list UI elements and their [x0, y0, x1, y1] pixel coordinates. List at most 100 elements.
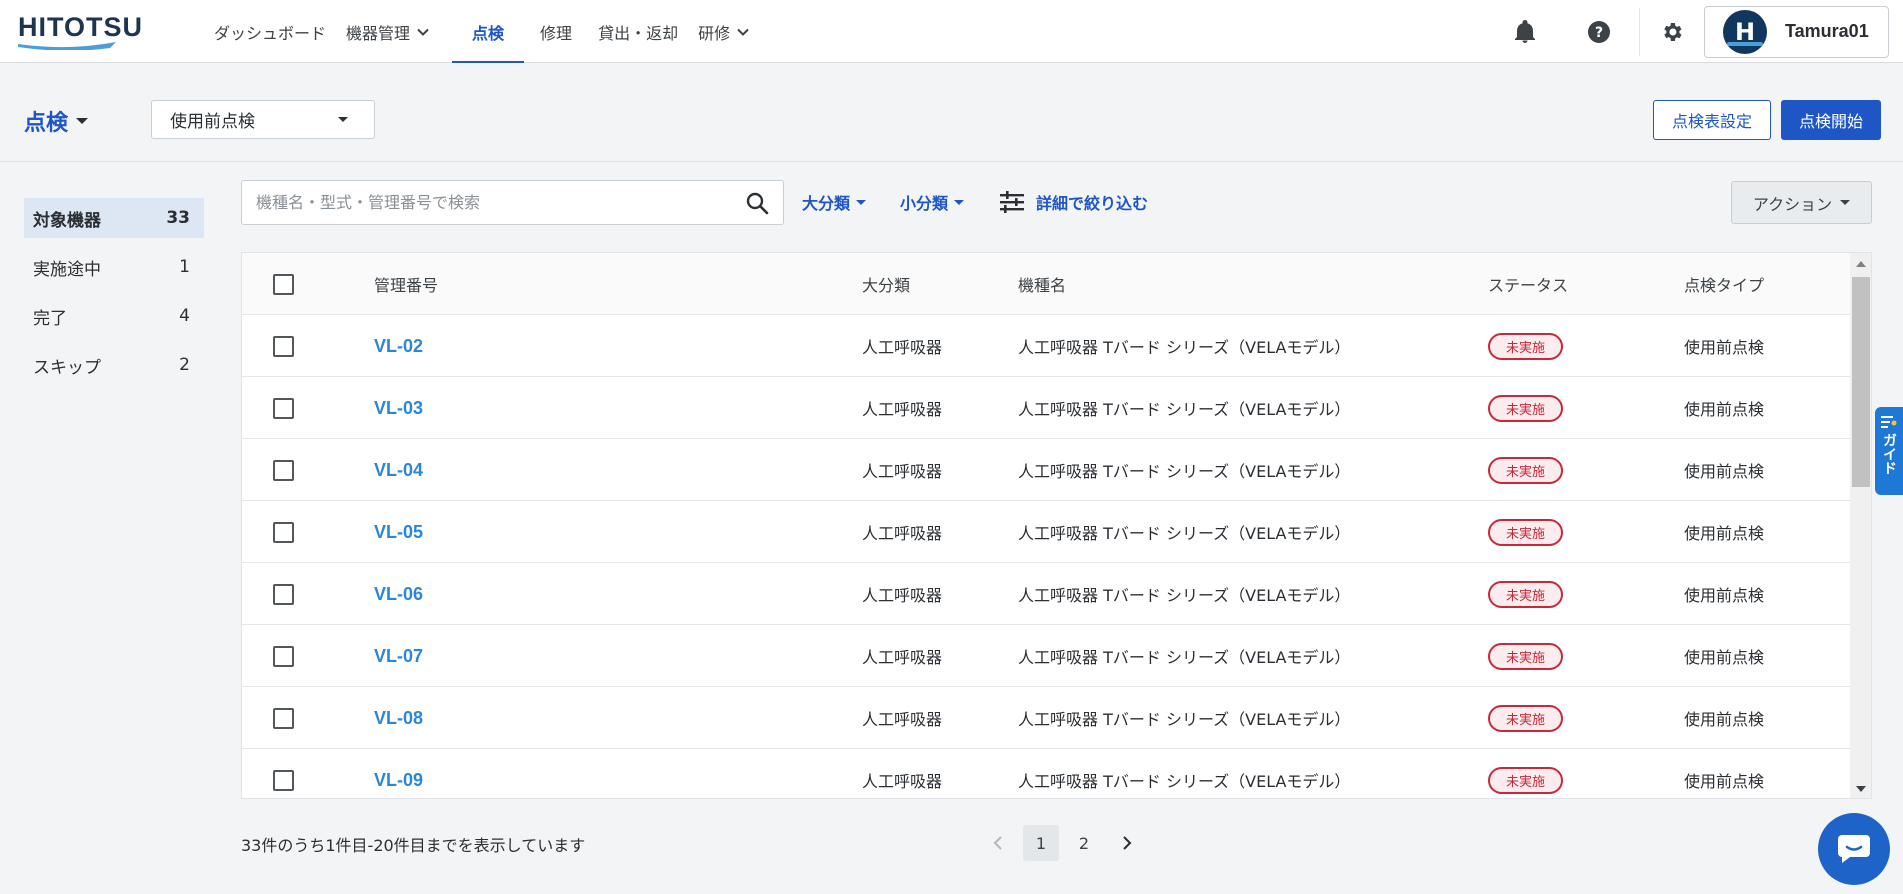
row-checkbox[interactable] — [273, 335, 294, 357]
header-type[interactable]: 点検タイプ — [1684, 253, 1764, 315]
nav-item-label: 貸出・返却 — [598, 23, 679, 43]
nav-item-5[interactable]: 研修 — [688, 0, 760, 63]
scroll-thumb[interactable] — [1852, 277, 1870, 487]
equipment-id-link[interactable]: VL-09 — [374, 770, 423, 791]
guide-tab[interactable]: ガイド — [1875, 407, 1903, 495]
caret-down-icon — [856, 199, 867, 205]
sidebar-item-0[interactable]: 対象機器 33 — [24, 198, 204, 238]
header-category[interactable]: 大分類 — [862, 253, 910, 315]
equipment-id-link[interactable]: VL-02 — [374, 336, 423, 357]
header-model[interactable]: 機種名 — [1018, 253, 1066, 315]
table-row[interactable]: VL-07 人工呼吸器 人工呼吸器 Tバード シリーズ（VELAモデル） 未実施 使用前… — [242, 625, 1850, 687]
guide-list-icon — [1881, 416, 1897, 428]
table-row[interactable]: VL-05 人工呼吸器 人工呼吸器 Tバード シリーズ（VELAモデル） 未実施 使用前… — [242, 501, 1850, 563]
type-cell: 使用前点検 — [1684, 772, 1765, 791]
caret-down-icon — [1840, 200, 1851, 205]
equipment-id-link[interactable]: VL-05 — [374, 522, 423, 543]
row-checkbox[interactable] — [273, 583, 294, 605]
status-badge: 未実施 — [1488, 642, 1564, 670]
prev-page-icon[interactable] — [980, 825, 1016, 861]
minor-category-filter[interactable]: 小分類 — [900, 190, 965, 214]
category-cell: 人工呼吸器 — [862, 524, 943, 543]
status-badge: 未実施 — [1488, 766, 1564, 794]
table-row[interactable]: VL-09 人工呼吸器 人工呼吸器 Tバード シリーズ（VELAモデル） 未実施 使用前… — [242, 749, 1850, 798]
hitotsu-logo[interactable]: HITOTSU — [18, 12, 144, 52]
row-checkbox[interactable] — [273, 769, 294, 791]
action-menu-button[interactable]: アクション — [1731, 181, 1872, 224]
nav-item-0[interactable]: ダッシュボード — [204, 0, 336, 63]
nav-item-2[interactable]: 点検 — [452, 0, 525, 64]
id-cell: VL-07 — [374, 625, 423, 687]
help-icon[interactable]: ? — [1581, 14, 1617, 50]
logo-swoosh-icon — [18, 42, 116, 50]
gear-icon[interactable] — [1654, 14, 1690, 50]
table-row[interactable]: VL-06 人工呼吸器 人工呼吸器 Tバード シリーズ（VELAモデル） 未実施 使用前… — [242, 563, 1850, 625]
status-cell: 未実施 — [1488, 563, 1564, 625]
table-row[interactable]: VL-08 人工呼吸器 人工呼吸器 Tバード シリーズ（VELAモデル） 未実施 使用前… — [242, 687, 1850, 749]
next-page-icon[interactable] — [1109, 825, 1145, 861]
table-row[interactable]: VL-02 人工呼吸器 人工呼吸器 Tバード シリーズ（VELAモデル） 未実施 使用前… — [242, 315, 1850, 377]
nav-item-label: ダッシュボード — [214, 23, 327, 43]
table-row[interactable]: VL-04 人工呼吸器 人工呼吸器 Tバード シリーズ（VELAモデル） 未実施 使用前… — [242, 439, 1850, 501]
major-category-filter[interactable]: 大分類 — [802, 190, 867, 214]
status-filter-list: 対象機器 33 実施途中 1 完了 4 スキップ 2 — [24, 198, 204, 394]
sidebar-item-1[interactable]: 実施途中 1 — [24, 247, 204, 287]
user-menu[interactable]: H Tamura01 — [1704, 5, 1889, 58]
header-status[interactable]: ステータス — [1488, 253, 1568, 315]
nav-item-3[interactable]: 修理 — [530, 0, 582, 63]
inspection-type-value: 使用前点検 — [170, 112, 255, 132]
table-header-row: 管理番号 大分類 機種名 ステータス 点検タイプ — [242, 253, 1850, 315]
table-row[interactable]: VL-03 人工呼吸器 人工呼吸器 Tバード シリーズ（VELAモデル） 未実施 使用前… — [242, 377, 1850, 439]
equipment-id-link[interactable]: VL-07 — [374, 646, 423, 667]
sidebar-item-2[interactable]: 完了 4 — [24, 296, 204, 336]
select-all-checkbox[interactable] — [273, 273, 294, 295]
search-icon[interactable] — [745, 191, 769, 215]
page-2-button[interactable]: 2 — [1066, 825, 1102, 861]
nav-item-label: 修理 — [540, 23, 573, 43]
sidebar-item-label: 実施途中 — [33, 259, 101, 280]
row-select-cell — [273, 625, 294, 687]
sidebar-item-count: 1 — [179, 257, 190, 277]
row-checkbox[interactable] — [273, 397, 294, 419]
svg-text:?: ? — [1595, 25, 1603, 41]
page-title: 点検 — [24, 111, 69, 136]
equipment-id-link[interactable]: VL-08 — [374, 708, 423, 729]
row-checkbox[interactable] — [273, 459, 294, 481]
row-select-cell — [273, 501, 294, 563]
search-input[interactable] — [242, 181, 722, 224]
table-scrollbar[interactable] — [1850, 253, 1871, 798]
start-inspection-button[interactable]: 点検開始 — [1781, 100, 1881, 140]
nav-item-4[interactable]: 貸出・返却 — [588, 0, 688, 63]
status-cell: 未実施 — [1488, 501, 1564, 563]
equipment-id-link[interactable]: VL-04 — [374, 460, 423, 481]
notification-bell-icon[interactable] — [1507, 14, 1543, 50]
row-checkbox[interactable] — [273, 707, 294, 729]
guide-label: ガイド — [1881, 433, 1897, 475]
scroll-down-icon[interactable] — [1856, 786, 1866, 792]
id-cell: VL-08 — [374, 687, 423, 749]
advanced-filter-button[interactable]: 詳細で絞り込む — [1000, 190, 1148, 214]
action-label: アクション — [1752, 194, 1833, 214]
type-cell: 使用前点検 — [1684, 648, 1765, 667]
equipment-id-link[interactable]: VL-06 — [374, 584, 423, 605]
status-cell: 未実施 — [1488, 439, 1564, 501]
header-id[interactable]: 管理番号 — [374, 253, 438, 315]
type-cell: 使用前点検 — [1684, 400, 1765, 419]
sidebar-item-3[interactable]: スキップ 2 — [24, 345, 204, 385]
type-cell: 使用前点検 — [1684, 586, 1765, 605]
nav-item-1[interactable]: 機器管理 — [336, 0, 440, 63]
sliders-icon — [1000, 191, 1024, 213]
caret-down-icon — [76, 118, 89, 124]
page-1-button[interactable]: 1 — [1023, 825, 1059, 861]
row-checkbox[interactable] — [273, 521, 294, 543]
scroll-up-icon[interactable] — [1856, 261, 1866, 267]
nav-item-label: 機器管理 — [346, 23, 411, 43]
avatar: H — [1723, 9, 1767, 54]
page-title-menu[interactable]: 点検 — [24, 105, 89, 137]
inspection-sheet-settings-button[interactable]: 点検表設定 — [1653, 100, 1771, 140]
chat-support-button[interactable] — [1818, 813, 1890, 885]
inspection-type-select[interactable]: 使用前点検 — [151, 100, 375, 139]
equipment-id-link[interactable]: VL-03 — [374, 398, 423, 419]
status-badge: 未実施 — [1488, 394, 1564, 422]
row-checkbox[interactable] — [273, 645, 294, 667]
